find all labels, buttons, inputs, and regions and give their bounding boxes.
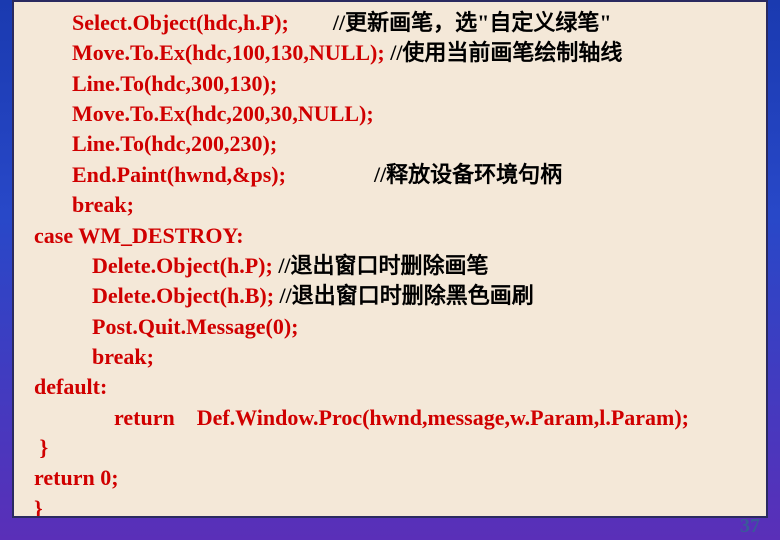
code-text: } [34,496,43,518]
code-line: break; [24,190,756,220]
code-text: Delete.Object(h.P); [92,253,278,278]
code-line: default: [24,372,756,402]
code-line: Line.To(hdc,300,130); [24,69,756,99]
comment-text: //使用当前画笔绘制轴线 [390,40,622,65]
code-text: default: [34,374,107,399]
code-line: Select.Object(hdc,h.P); //更新画笔，选"自定义绿笔" [24,8,756,38]
code-line: return Def.Window.Proc(hwnd,message,w.Pa… [24,403,756,433]
code-text: } [34,435,48,460]
comment-text: //更新画笔，选"自定义绿笔" [311,10,612,35]
code-line: Delete.Object(h.P); //退出窗口时删除画笔 [24,251,756,281]
code-line: Delete.Object(h.B); //退出窗口时删除黑色画刷 [24,281,756,311]
code-line: } [24,433,756,463]
code-text: Select.Object(hdc,h.P); [72,10,311,35]
code-lines: Select.Object(hdc,h.P); //更新画笔，选"自定义绿笔"M… [24,8,756,518]
code-line: End.Paint(hwnd,&ps); //释放设备环境句柄 [24,160,756,190]
code-line: break; [24,342,756,372]
code-line: Move.To.Ex(hdc,100,130,NULL); //使用当前画笔绘制… [24,38,756,68]
comment-text: //退出窗口时删除黑色画刷 [280,283,534,308]
code-line: Move.To.Ex(hdc,200,30,NULL); [24,99,756,129]
code-line: Post.Quit.Message(0); [24,312,756,342]
code-line: return 0; [24,463,756,493]
code-text: break; [72,192,134,217]
page-number: 37 [740,515,760,538]
code-text: break; [92,344,154,369]
code-text: return 0; [34,465,119,490]
code-box: Select.Object(hdc,h.P); //更新画笔，选"自定义绿笔"M… [12,0,768,518]
code-text: return Def.Window.Proc(hwnd,message,w.Pa… [114,405,689,430]
code-text: Move.To.Ex(hdc,200,30,NULL); [72,101,374,126]
code-text: Line.To(hdc,200,230); [72,131,277,156]
code-line: } [24,494,756,518]
code-text: Delete.Object(h.B); [92,283,280,308]
code-line: case WM_DESTROY: [24,221,756,251]
code-text: Line.To(hdc,300,130); [72,71,277,96]
code-text: Move.To.Ex(hdc,100,130,NULL); [72,40,390,65]
code-line: Line.To(hdc,200,230); [24,129,756,159]
comment-text: //释放设备环境句柄 [352,162,562,187]
comment-text: //退出窗口时删除画笔 [278,253,488,278]
code-text: case WM_DESTROY: [34,223,244,248]
code-text: Post.Quit.Message(0); [92,314,299,339]
code-text: End.Paint(hwnd,&ps); [72,162,352,187]
